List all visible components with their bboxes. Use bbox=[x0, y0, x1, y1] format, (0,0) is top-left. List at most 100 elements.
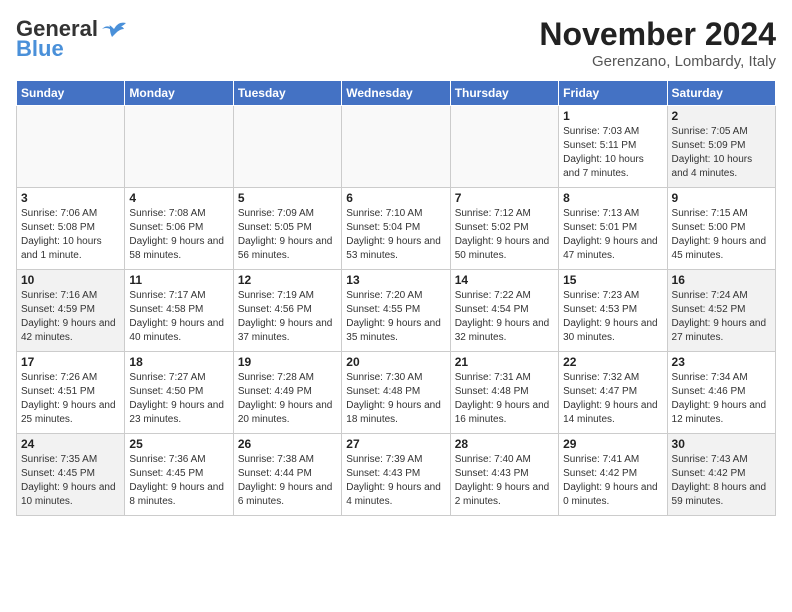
calendar-cell: 18 Sunrise: 7:27 AMSunset: 4:50 PMDayligh… bbox=[125, 352, 233, 434]
calendar-cell: 21 Sunrise: 7:31 AMSunset: 4:48 PMDayligh… bbox=[450, 352, 558, 434]
day-number: 4 bbox=[129, 191, 228, 205]
calendar-cell: 7 Sunrise: 7:12 AMSunset: 5:02 PMDaylight… bbox=[450, 188, 558, 270]
day-number: 11 bbox=[129, 273, 228, 287]
calendar-cell: 20Sunrise: 7:30 AMSunset: 4:48 PMDayligh… bbox=[342, 352, 450, 434]
day-info: Sunrise: 7:10 AMSunset: 5:04 PMDaylight:… bbox=[346, 207, 445, 263]
day-info: Sunrise: 7:05 AMSunset: 5:09 PMDaylight:… bbox=[672, 125, 771, 181]
day-info: Sunrise: 7:43 AMSunset: 4:42 PMDaylight:… bbox=[672, 453, 771, 509]
weekday-header-thursday: Thursday bbox=[450, 81, 558, 106]
calendar-cell: 13 Sunrise: 7:20 AMSunset: 4:55 PMDayligh… bbox=[342, 270, 450, 352]
day-info: Sunrise: 7:31 AMSunset: 4:48 PMDaylight:… bbox=[455, 371, 554, 427]
logo-bird-icon bbox=[100, 19, 128, 39]
day-number: 1 bbox=[563, 109, 662, 123]
calendar-cell: 24 Sunrise: 7:35 AMSunset: 4:45 PMDayligh… bbox=[17, 434, 125, 516]
day-number: 19 bbox=[238, 355, 337, 369]
page-header: General Blue November 2024 Gerenzano, Lo… bbox=[16, 16, 776, 70]
day-info: Sunrise: 7:32 AMSunset: 4:47 PMDaylight:… bbox=[563, 371, 662, 427]
calendar-cell: 27Sunrise: 7:39 AMSunset: 4:43 PMDayligh… bbox=[342, 434, 450, 516]
calendar-cell bbox=[342, 106, 450, 188]
weekday-header-wednesday: Wednesday bbox=[342, 81, 450, 106]
day-info: Sunrise: 7:08 AMSunset: 5:06 PMDaylight:… bbox=[129, 207, 228, 263]
day-number: 22 bbox=[563, 355, 662, 369]
title-block: November 2024 Gerenzano, Lombardy, Italy bbox=[539, 16, 776, 70]
day-info: Sunrise: 7:15 AMSunset: 5:00 PMDaylight:… bbox=[672, 207, 771, 263]
week-row-2: 3Sunrise: 7:06 AMSunset: 5:08 PMDaylight… bbox=[17, 188, 776, 270]
calendar-cell: 11 Sunrise: 7:17 AMSunset: 4:58 PMDayligh… bbox=[125, 270, 233, 352]
calendar-cell: 29 Sunrise: 7:41 AMSunset: 4:42 PMDayligh… bbox=[559, 434, 667, 516]
calendar-cell: 23Sunrise: 7:34 AMSunset: 4:46 PMDayligh… bbox=[667, 352, 775, 434]
day-info: Sunrise: 7:26 AMSunset: 4:51 PMDaylight:… bbox=[21, 371, 120, 427]
day-number: 30 bbox=[672, 437, 771, 451]
day-number: 27 bbox=[346, 437, 445, 451]
calendar-cell: 19 Sunrise: 7:28 AMSunset: 4:49 PMDayligh… bbox=[233, 352, 341, 434]
day-info: Sunrise: 7:22 AMSunset: 4:54 PMDaylight:… bbox=[455, 289, 554, 345]
calendar-cell: 17 Sunrise: 7:26 AMSunset: 4:51 PMDayligh… bbox=[17, 352, 125, 434]
day-number: 18 bbox=[129, 355, 228, 369]
day-number: 15 bbox=[563, 273, 662, 287]
day-info: Sunrise: 7:40 AMSunset: 4:43 PMDaylight:… bbox=[455, 453, 554, 509]
day-number: 16 bbox=[672, 273, 771, 287]
weekday-header-sunday: Sunday bbox=[17, 81, 125, 106]
calendar-cell: 22 Sunrise: 7:32 AMSunset: 4:47 PMDayligh… bbox=[559, 352, 667, 434]
calendar-cell bbox=[233, 106, 341, 188]
day-number: 17 bbox=[21, 355, 120, 369]
weekday-header-tuesday: Tuesday bbox=[233, 81, 341, 106]
day-info: Sunrise: 7:36 AMSunset: 4:45 PMDaylight:… bbox=[129, 453, 228, 509]
calendar-cell: 4 Sunrise: 7:08 AMSunset: 5:06 PMDaylight… bbox=[125, 188, 233, 270]
calendar-cell: 9 Sunrise: 7:15 AMSunset: 5:00 PMDaylight… bbox=[667, 188, 775, 270]
weekday-header-monday: Monday bbox=[125, 81, 233, 106]
weekday-header-saturday: Saturday bbox=[667, 81, 775, 106]
weekday-header-friday: Friday bbox=[559, 81, 667, 106]
day-info: Sunrise: 7:06 AMSunset: 5:08 PMDaylight:… bbox=[21, 207, 120, 263]
week-row-1: 1 Sunrise: 7:03 AMSunset: 5:11 PMDaylight… bbox=[17, 106, 776, 188]
day-number: 21 bbox=[455, 355, 554, 369]
day-info: Sunrise: 7:41 AMSunset: 4:42 PMDaylight:… bbox=[563, 453, 662, 509]
calendar-cell bbox=[125, 106, 233, 188]
calendar-cell: 8Sunrise: 7:13 AMSunset: 5:01 PMDaylight… bbox=[559, 188, 667, 270]
day-info: Sunrise: 7:16 AMSunset: 4:59 PMDaylight:… bbox=[21, 289, 120, 345]
location: Gerenzano, Lombardy, Italy bbox=[539, 53, 776, 70]
calendar-cell: 16 Sunrise: 7:24 AMSunset: 4:52 PMDayligh… bbox=[667, 270, 775, 352]
calendar-table: SundayMondayTuesdayWednesdayThursdayFrid… bbox=[16, 80, 776, 516]
week-row-4: 17 Sunrise: 7:26 AMSunset: 4:51 PMDayligh… bbox=[17, 352, 776, 434]
day-info: Sunrise: 7:03 AMSunset: 5:11 PMDaylight:… bbox=[563, 125, 662, 181]
day-info: Sunrise: 7:24 AMSunset: 4:52 PMDaylight:… bbox=[672, 289, 771, 345]
day-info: Sunrise: 7:35 AMSunset: 4:45 PMDaylight:… bbox=[21, 453, 120, 509]
week-row-3: 10 Sunrise: 7:16 AMSunset: 4:59 PMDayligh… bbox=[17, 270, 776, 352]
calendar-cell: 15 Sunrise: 7:23 AMSunset: 4:53 PMDayligh… bbox=[559, 270, 667, 352]
calendar-cell bbox=[17, 106, 125, 188]
calendar-cell: 30 Sunrise: 7:43 AMSunset: 4:42 PMDayligh… bbox=[667, 434, 775, 516]
calendar-cell: 1 Sunrise: 7:03 AMSunset: 5:11 PMDaylight… bbox=[559, 106, 667, 188]
day-number: 12 bbox=[238, 273, 337, 287]
day-info: Sunrise: 7:38 AMSunset: 4:44 PMDaylight:… bbox=[238, 453, 337, 509]
day-info: Sunrise: 7:17 AMSunset: 4:58 PMDaylight:… bbox=[129, 289, 228, 345]
calendar-cell: 25Sunrise: 7:36 AMSunset: 4:45 PMDayligh… bbox=[125, 434, 233, 516]
day-number: 26 bbox=[238, 437, 337, 451]
day-number: 14 bbox=[455, 273, 554, 287]
calendar-cell bbox=[450, 106, 558, 188]
day-number: 10 bbox=[21, 273, 120, 287]
calendar-cell: 12 Sunrise: 7:19 AMSunset: 4:56 PMDayligh… bbox=[233, 270, 341, 352]
day-number: 6 bbox=[346, 191, 445, 205]
month-title: November 2024 bbox=[539, 16, 776, 53]
calendar-cell: 28Sunrise: 7:40 AMSunset: 4:43 PMDayligh… bbox=[450, 434, 558, 516]
day-info: Sunrise: 7:20 AMSunset: 4:55 PMDaylight:… bbox=[346, 289, 445, 345]
day-number: 5 bbox=[238, 191, 337, 205]
logo: General Blue bbox=[16, 16, 128, 62]
day-number: 9 bbox=[672, 191, 771, 205]
day-number: 7 bbox=[455, 191, 554, 205]
day-info: Sunrise: 7:23 AMSunset: 4:53 PMDaylight:… bbox=[563, 289, 662, 345]
day-number: 20 bbox=[346, 355, 445, 369]
weekday-header-row: SundayMondayTuesdayWednesdayThursdayFrid… bbox=[17, 81, 776, 106]
calendar-cell: 2 Sunrise: 7:05 AMSunset: 5:09 PMDaylight… bbox=[667, 106, 775, 188]
day-number: 29 bbox=[563, 437, 662, 451]
day-info: Sunrise: 7:12 AMSunset: 5:02 PMDaylight:… bbox=[455, 207, 554, 263]
day-info: Sunrise: 7:27 AMSunset: 4:50 PMDaylight:… bbox=[129, 371, 228, 427]
day-info: Sunrise: 7:28 AMSunset: 4:49 PMDaylight:… bbox=[238, 371, 337, 427]
day-number: 13 bbox=[346, 273, 445, 287]
day-number: 24 bbox=[21, 437, 120, 451]
day-info: Sunrise: 7:34 AMSunset: 4:46 PMDaylight:… bbox=[672, 371, 771, 427]
day-number: 2 bbox=[672, 109, 771, 123]
day-info: Sunrise: 7:19 AMSunset: 4:56 PMDaylight:… bbox=[238, 289, 337, 345]
calendar-cell: 14 Sunrise: 7:22 AMSunset: 4:54 PMDayligh… bbox=[450, 270, 558, 352]
